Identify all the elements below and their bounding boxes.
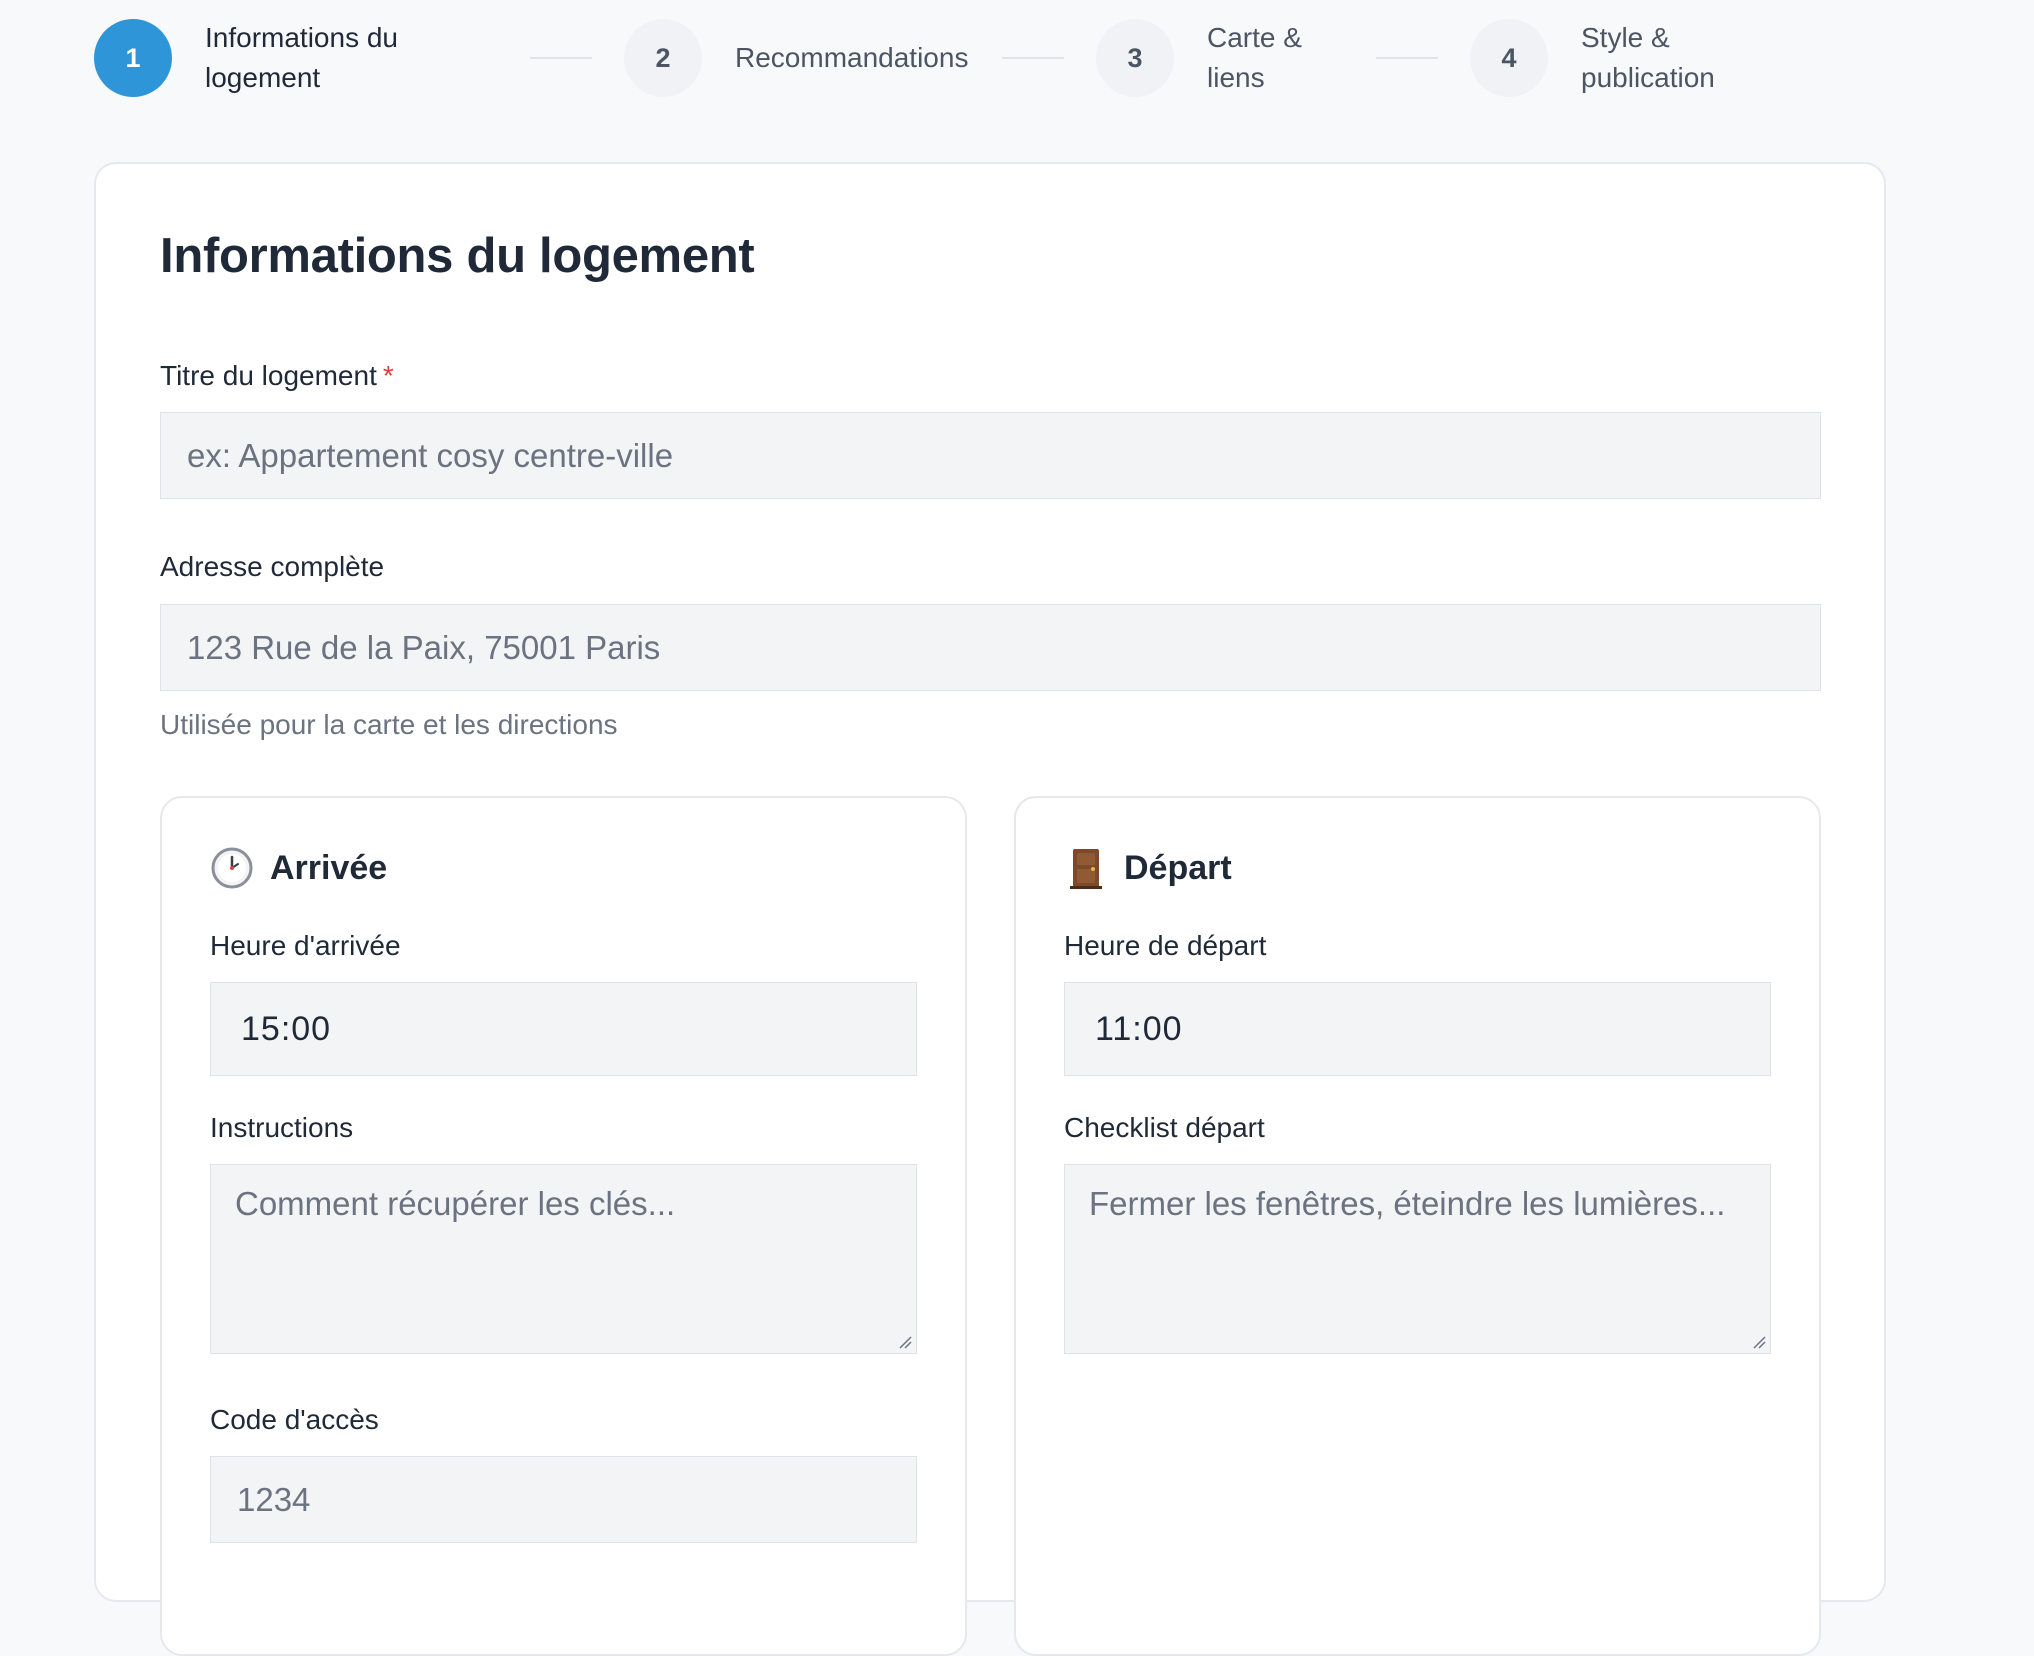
depart-title: Départ xyxy=(1064,846,1232,890)
heure-arrivee-input[interactable]: 15:00 xyxy=(210,982,917,1076)
step-connector xyxy=(530,57,592,59)
heure-depart-label: Heure de départ xyxy=(1064,930,1267,961)
form-card: Informations du logement Titre du logeme… xyxy=(94,162,1886,1656)
resize-grip-icon[interactable] xyxy=(898,1335,912,1349)
titre-label: Titre du logement * xyxy=(160,360,394,391)
arrivee-title: Arrivée xyxy=(210,846,387,890)
page-title: Informations du logement xyxy=(160,229,755,283)
progress-stepper: 1 Informations du logement 2 Recommandat… xyxy=(94,18,1781,98)
step-4-label: Style & publication xyxy=(1581,22,1715,93)
titre-input[interactable]: ex: Appartement cosy centre-ville xyxy=(160,412,1821,499)
step-4-number: 4 xyxy=(1470,19,1548,97)
step-connector xyxy=(1002,57,1064,59)
resize-grip-icon[interactable] xyxy=(1752,1335,1766,1349)
step-1-label: Informations du logement xyxy=(205,22,398,93)
step-2-label: Recommandations xyxy=(735,42,969,73)
depart-section: Départ Heure de départ 11:00 Checklist d… xyxy=(1014,796,1821,1656)
instructions-textarea[interactable]: Comment récupérer les clés... xyxy=(210,1164,917,1354)
required-mark: * xyxy=(382,360,394,391)
step-2[interactable]: 2 Recommandations xyxy=(624,19,1005,97)
adresse-hint: Utilisée pour la carte et les directions xyxy=(160,709,618,740)
arrivee-section: Arrivée Heure d'arrivée 15:00 Instructio… xyxy=(160,796,967,1656)
checklist-depart-label: Checklist départ xyxy=(1064,1112,1265,1143)
step-3-number: 3 xyxy=(1096,19,1174,97)
step-connector xyxy=(1376,57,1438,59)
step-3-label: Carte & liens xyxy=(1207,22,1302,93)
step-2-number: 2 xyxy=(624,19,702,97)
checklist-depart-textarea[interactable]: Fermer les fenêtres, éteindre les lumièr… xyxy=(1064,1164,1771,1354)
heure-depart-input[interactable]: 11:00 xyxy=(1064,982,1771,1076)
adresse-input[interactable]: 123 Rue de la Paix, 75001 Paris xyxy=(160,604,1821,691)
instructions-label: Instructions xyxy=(210,1112,354,1143)
clock-icon xyxy=(210,846,254,890)
step-1[interactable]: 1 Informations du logement xyxy=(94,18,505,98)
heure-arrivee-label: Heure d'arrivée xyxy=(210,930,401,961)
adresse-label: Adresse complète xyxy=(160,551,385,582)
step-3[interactable]: 3 Carte & liens xyxy=(1096,18,1377,98)
code-acces-input[interactable]: 1234 xyxy=(210,1456,917,1543)
door-icon xyxy=(1064,846,1108,890)
step-1-number: 1 xyxy=(94,19,172,97)
step-4[interactable]: 4 Style & publication xyxy=(1470,18,1781,98)
code-acces-label: Code d'accès xyxy=(210,1404,379,1435)
